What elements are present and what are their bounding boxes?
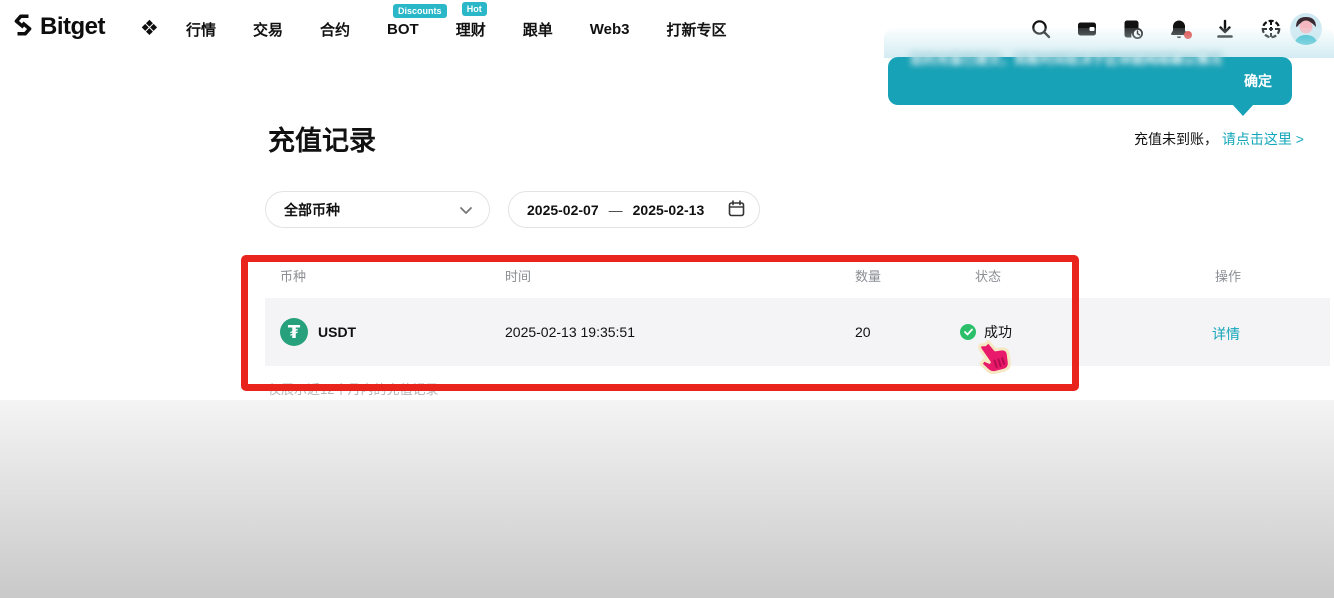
tooltip-confirm-button[interactable]: 确定 bbox=[1244, 71, 1272, 91]
apps-menu-icon[interactable]: ❖ bbox=[140, 16, 159, 40]
bitget-deposit-records-page: Bitget ❖ 行情 交易 合约 BOT Discounts 理财 Hot 跟… bbox=[0, 0, 1334, 598]
col-header-action: 操作 bbox=[1215, 266, 1241, 285]
nav-item-markets[interactable]: 行情 bbox=[186, 19, 216, 40]
col-header-coin: 币种 bbox=[280, 266, 306, 285]
deposit-not-arrived-row: 充值未到账， 请点击这里 > bbox=[1134, 129, 1304, 149]
deposit-time: 2025-02-13 19:35:51 bbox=[505, 324, 635, 340]
not-arrived-label: 充值未到账， bbox=[1134, 131, 1218, 147]
chevron-down-icon bbox=[459, 202, 473, 218]
nav-item-futures[interactable]: 合约 bbox=[320, 19, 350, 40]
page-title: 充值记录 bbox=[268, 119, 376, 158]
usdt-tether-icon: ₮ bbox=[280, 318, 308, 346]
deposit-tooltip-popup: 您的充值已提交，到账时间取决于区块链网络确认情况 确定 bbox=[888, 57, 1292, 105]
status-cell: 成功 bbox=[960, 322, 1012, 342]
discounts-badge: Discounts bbox=[393, 4, 447, 18]
date-range-separator: — bbox=[609, 202, 623, 218]
date-range-picker[interactable]: 2025-02-07 — 2025-02-13 bbox=[508, 191, 760, 228]
table-footnote: 仅展示近12个月内的充值记录 bbox=[268, 379, 438, 398]
nav-item-web3[interactable]: Web3 bbox=[590, 21, 630, 38]
nav-item-bot[interactable]: BOT Discounts bbox=[387, 21, 419, 38]
date-start-value: 2025-02-07 bbox=[527, 202, 599, 218]
bitget-logo[interactable]: Bitget bbox=[12, 13, 105, 41]
footer-area: Bitget Trade smarter 公司 产品 跟单 服务 法律与风险披露… bbox=[0, 400, 1334, 598]
click-here-link[interactable]: 请点击这里 > bbox=[1222, 131, 1304, 147]
success-check-icon bbox=[960, 324, 976, 340]
coin-name: USDT bbox=[318, 324, 356, 340]
nav-item-trade[interactable]: 交易 bbox=[253, 19, 283, 40]
col-header-status: 状态 bbox=[975, 266, 1001, 285]
date-end-value: 2025-02-13 bbox=[633, 202, 705, 218]
bitget-logo-icon bbox=[12, 14, 34, 41]
brand-wordmark: Bitget bbox=[40, 13, 105, 41]
coin-filter-select[interactable]: 全部币种 bbox=[265, 191, 490, 228]
hot-badge: Hot bbox=[462, 2, 487, 16]
nav-item-copy-trading[interactable]: 跟单 bbox=[523, 19, 553, 40]
details-link[interactable]: 详情 bbox=[1212, 324, 1240, 344]
coin-cell: ₮ USDT bbox=[280, 318, 356, 346]
main-nav: 行情 交易 合约 BOT Discounts 理财 Hot 跟单 Web3 打新… bbox=[186, 0, 727, 58]
nav-item-launchpad[interactable]: 打新专区 bbox=[666, 19, 726, 40]
calendar-icon bbox=[728, 200, 745, 220]
deposit-amount: 20 bbox=[855, 324, 871, 340]
status-text: 成功 bbox=[984, 322, 1012, 342]
nav-item-earn[interactable]: 理财 Hot bbox=[456, 19, 486, 40]
table-row: ₮ USDT 2025-02-13 19:35:51 20 成功 详情 bbox=[265, 298, 1330, 366]
coin-filter-value: 全部币种 bbox=[284, 200, 340, 220]
tooltip-blurred-message: 您的充值已提交，到账时间取决于区块链网络确认情况 bbox=[910, 49, 1250, 68]
col-header-amount: 数量 bbox=[855, 266, 881, 285]
col-header-time: 时间 bbox=[505, 266, 531, 285]
